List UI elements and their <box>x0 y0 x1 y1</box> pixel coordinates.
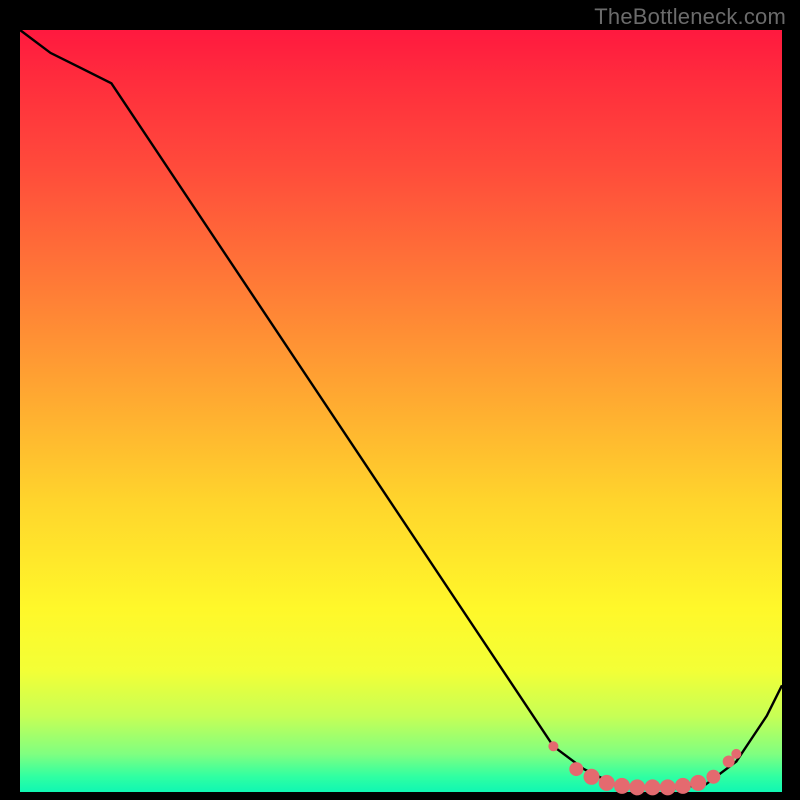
marker-dot <box>706 770 720 784</box>
marker-dot <box>645 779 661 795</box>
marker-dot <box>599 775 615 791</box>
marker-dot <box>584 769 600 785</box>
curve-line <box>20 30 782 788</box>
marker-dot <box>731 749 741 759</box>
plot-area <box>20 30 782 792</box>
marker-dot <box>675 778 691 794</box>
chart-frame: TheBottleneck.com <box>0 0 800 800</box>
marker-dot <box>629 779 645 795</box>
marker-dot <box>569 762 583 776</box>
attribution-text: TheBottleneck.com <box>594 4 786 30</box>
marker-group <box>548 741 741 795</box>
chart-svg <box>20 30 782 792</box>
marker-dot <box>614 778 630 794</box>
marker-dot <box>660 779 676 795</box>
marker-dot <box>548 741 558 751</box>
marker-dot <box>690 775 706 791</box>
